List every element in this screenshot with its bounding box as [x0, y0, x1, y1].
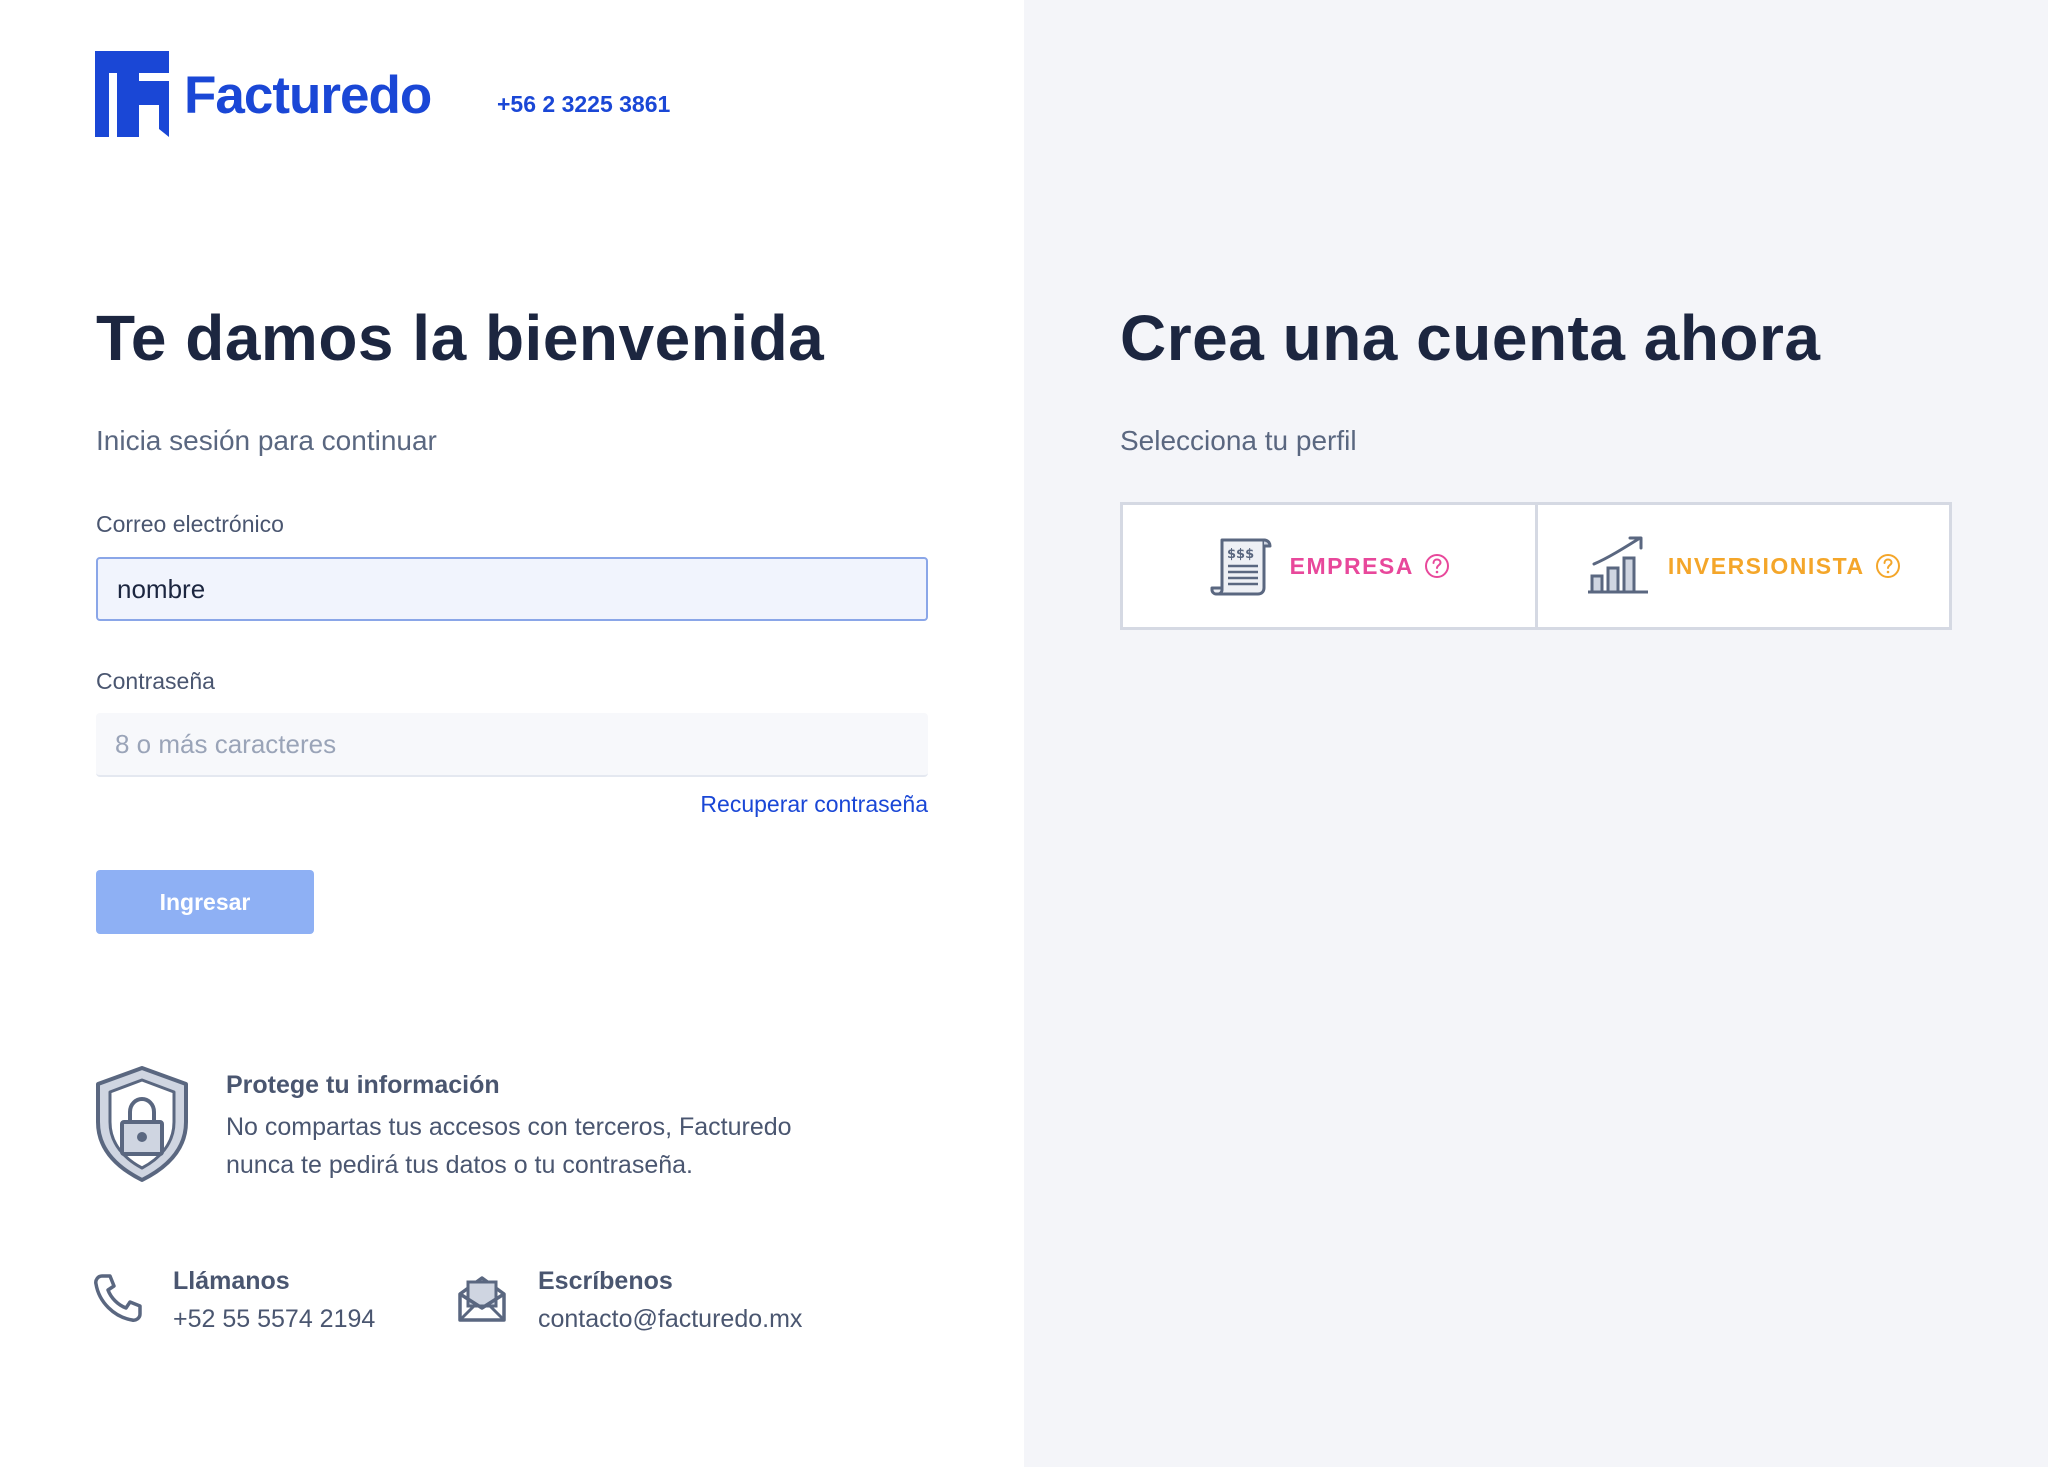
login-subtitle: Inicia sesión para continuar: [96, 425, 437, 456]
recover-password-link[interactable]: Recuperar contraseña: [691, 790, 928, 818]
password-input[interactable]: [96, 713, 928, 777]
shield-lock-icon: [96, 1066, 188, 1182]
mail-icon: [458, 1276, 506, 1322]
signup-title: Crea una cuenta ahora: [1120, 302, 1821, 374]
email-input[interactable]: [96, 557, 928, 621]
password-label: Contraseña: [96, 668, 215, 694]
login-button[interactable]: Ingresar: [96, 870, 314, 934]
email-label: Correo electrónico: [96, 511, 284, 537]
brand-name: Facturedo: [184, 66, 432, 125]
login-panel: Facturedo +56 2 3225 3861 Te damos la bi…: [0, 0, 1024, 1467]
receipt-icon: $$$: [1210, 538, 1272, 596]
help-icon-inversionista[interactable]: [1875, 553, 1901, 579]
profile-label-empresa: EMPRESA: [1289, 552, 1414, 579]
profile-label-inversionista: INVERSIONISTA: [1667, 552, 1865, 579]
email-contact-link[interactable]: contacto@facturedo.mx: [538, 1303, 802, 1335]
profile-option-inversionista[interactable]: INVERSIONISTA: [1534, 505, 1950, 627]
signup-subtitle: Selecciona tu perfil: [1120, 425, 1357, 456]
security-tip-body: No compartas tus accesos con terceros, F…: [226, 1113, 792, 1179]
login-title: Te damos la bienvenida: [96, 302, 825, 374]
profile-selector: $$$ EMPRESA INVERSIONISTA: [1120, 502, 1952, 630]
call-phone-link[interactable]: +52 55 5574 2194: [173, 1303, 375, 1335]
growth-chart-icon: [1587, 536, 1648, 594]
write-title: Escríbenos: [538, 1267, 673, 1295]
header-phone-link[interactable]: +56 2 3225 3861: [497, 90, 670, 118]
facturedo-logo-icon: [95, 51, 169, 137]
help-icon-empresa[interactable]: [1424, 553, 1450, 579]
signup-panel: Crea una cuenta ahora Selecciona tu perf…: [1024, 0, 2048, 1467]
profile-option-empresa[interactable]: $$$ EMPRESA: [1123, 505, 1535, 627]
call-title: Llámanos: [173, 1267, 290, 1295]
phone-icon: [94, 1274, 142, 1322]
svg-text:$$$: $$$: [1227, 547, 1254, 562]
security-tip-title: Protege tu información: [226, 1071, 500, 1099]
